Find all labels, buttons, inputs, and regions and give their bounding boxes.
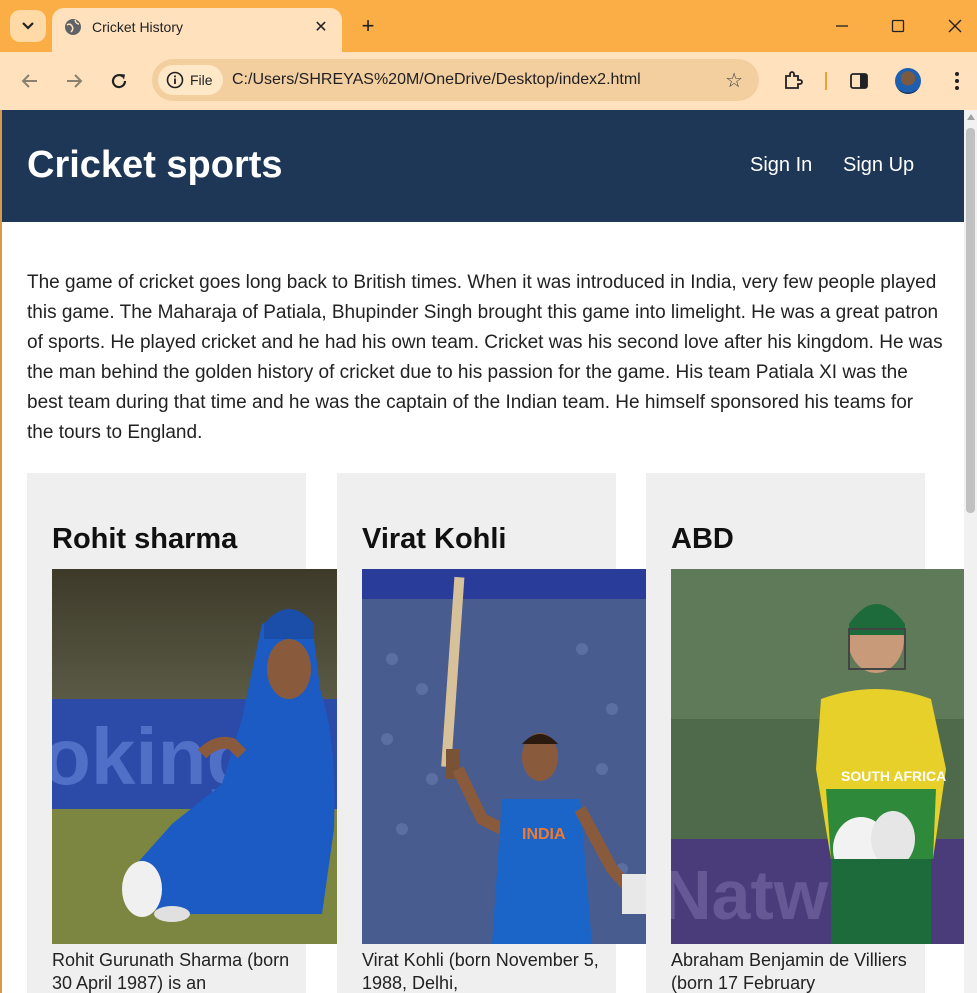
sign-up-link[interactable]: Sign Up — [843, 154, 914, 177]
card-description: Rohit Gurunath Sharma (born 30 April 198… — [52, 950, 290, 993]
card-description: Abraham Benjamin de Villiers (born 17 Fe… — [671, 950, 907, 993]
svg-text:Natw: Natw — [671, 856, 829, 934]
card-description: Virat Kohli (born November 5, 1988, Delh… — [362, 950, 599, 993]
site-brand: Cricket sports — [27, 144, 283, 186]
tab-strip: Cricket History ✕ + — [0, 0, 977, 52]
side-panel-icon[interactable] — [845, 67, 873, 95]
close-tab-icon[interactable]: ✕ — [310, 16, 332, 38]
svg-text:INDIA: INDIA — [522, 826, 566, 843]
reload-icon[interactable] — [104, 66, 134, 96]
intro-paragraph: The game of cricket goes long back to Br… — [27, 272, 943, 443]
forward-arrow-icon[interactable] — [59, 66, 89, 96]
sign-in-link[interactable]: Sign In — [750, 154, 812, 177]
extensions-puzzle-icon[interactable] — [779, 67, 807, 95]
scrollbar-thumb[interactable] — [966, 128, 975, 513]
tab-search-button[interactable] — [10, 10, 46, 42]
file-chip-label: File — [190, 72, 213, 88]
globe-icon — [65, 19, 81, 35]
browser-toolbar: File C:/Users/SHREYAS%20M/OneDrive/Deskt… — [0, 52, 977, 110]
kebab-menu-icon[interactable] — [943, 67, 971, 95]
tab-title: Cricket History — [92, 19, 184, 35]
info-icon — [166, 71, 184, 89]
page-scrollbar[interactable] — [964, 110, 977, 993]
player-photo-virat: INDIA — [362, 569, 646, 944]
close-window-icon[interactable] — [940, 12, 970, 40]
player-card-abd: ABD Natw SOUTH AFRICA Abraham Benjamin d… — [646, 473, 964, 993]
chevron-down-icon — [22, 22, 34, 30]
player-photo-abd: Natw SOUTH AFRICA — [671, 569, 964, 944]
player-photo-rohit: oking — [52, 569, 337, 944]
browser-tab[interactable]: Cricket History ✕ — [52, 8, 342, 52]
site-header: Cricket sports Sign In Sign Up — [2, 110, 964, 222]
bookmark-star-icon[interactable]: ☆ — [725, 68, 743, 93]
toolbar-separator — [825, 72, 827, 90]
address-bar[interactable]: File C:/Users/SHREYAS%20M/OneDrive/Deskt… — [152, 59, 759, 101]
url-text[interactable]: C:/Users/SHREYAS%20M/OneDrive/Desktop/in… — [232, 71, 641, 89]
maximize-icon[interactable] — [883, 12, 913, 40]
player-card-virat: Virat Kohli INDIA Virat Kohli (born Nove… — [337, 473, 646, 993]
back-arrow-icon[interactable] — [15, 66, 45, 96]
page-viewport: Cricket sports Sign In Sign Up The game … — [2, 110, 964, 993]
card-title: Rohit sharma — [52, 523, 238, 555]
profile-avatar[interactable] — [895, 68, 921, 94]
site-info-chip[interactable]: File — [158, 65, 223, 95]
scroll-up-arrow-icon[interactable] — [967, 114, 975, 120]
player-card-rohit: Rohit sharma oking Rohit Gurunath Sharma… — [27, 473, 337, 993]
browser-window: Cricket History ✕ + File C:/Users/SHREYA… — [0, 0, 977, 993]
svg-text:SOUTH AFRICA: SOUTH AFRICA — [841, 768, 946, 784]
minimize-icon[interactable] — [827, 12, 857, 40]
new-tab-icon[interactable]: + — [356, 13, 380, 38]
card-title: ABD — [671, 523, 734, 555]
card-title: Virat Kohli — [362, 523, 507, 555]
